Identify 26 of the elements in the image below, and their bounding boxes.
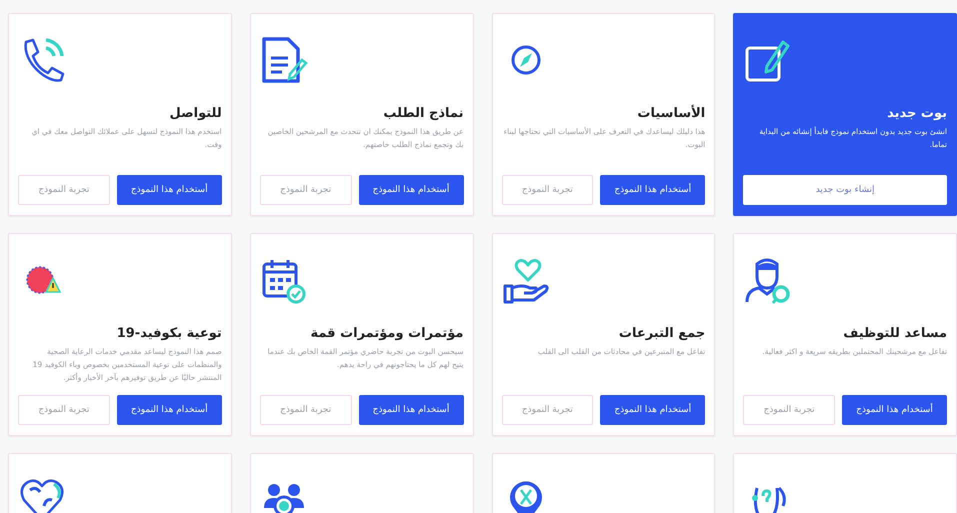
use-template-button[interactable]: أستخدام هذا النموذج: [600, 175, 706, 205]
try-template-button[interactable]: تجربة النموذج: [260, 175, 352, 205]
card-title: نماذج الطلب: [382, 106, 464, 121]
try-template-button[interactable]: تجربة النموذج: [502, 395, 594, 425]
hand-heart-icon: [502, 256, 550, 304]
document-icon: [260, 36, 308, 84]
card-title: بوت جديد: [886, 106, 947, 121]
card-title: الأساسيات: [636, 106, 706, 121]
try-template-button[interactable]: تجربة النموذج: [743, 395, 835, 425]
use-template-button[interactable]: أستخدام هذا النموذج: [116, 175, 222, 205]
card-title: مؤتمرات ومؤتمرات قمة: [309, 326, 464, 341]
use-template-button[interactable]: أستخدام هذا النموذج: [600, 395, 706, 425]
try-template-button[interactable]: تجربة النموذج: [18, 175, 110, 205]
create-bot-button[interactable]: إنشاء بوت جديد: [743, 175, 947, 205]
card-title: للتواصل: [168, 106, 222, 121]
card-title: توعية بكوفيد-19: [116, 326, 222, 341]
use-template-button[interactable]: أستخدام هذا النموذج: [358, 175, 464, 205]
card-title: جمع التبرعات: [618, 326, 706, 341]
use-template-button[interactable]: أستخدام هذا النموذج: [842, 395, 947, 425]
person-icon: [743, 256, 792, 304]
try-template-button[interactable]: تجربة النموذج: [502, 175, 594, 205]
use-template-button[interactable]: أستخدام هذا النموذج: [358, 395, 464, 425]
try-template-button[interactable]: تجربة النموذج: [260, 395, 352, 425]
card-title: مساعد للتوظيف: [842, 326, 947, 341]
try-template-button[interactable]: تجربة النموذج: [18, 395, 110, 425]
use-template-button[interactable]: أستخدام هذا النموذج: [116, 395, 222, 425]
